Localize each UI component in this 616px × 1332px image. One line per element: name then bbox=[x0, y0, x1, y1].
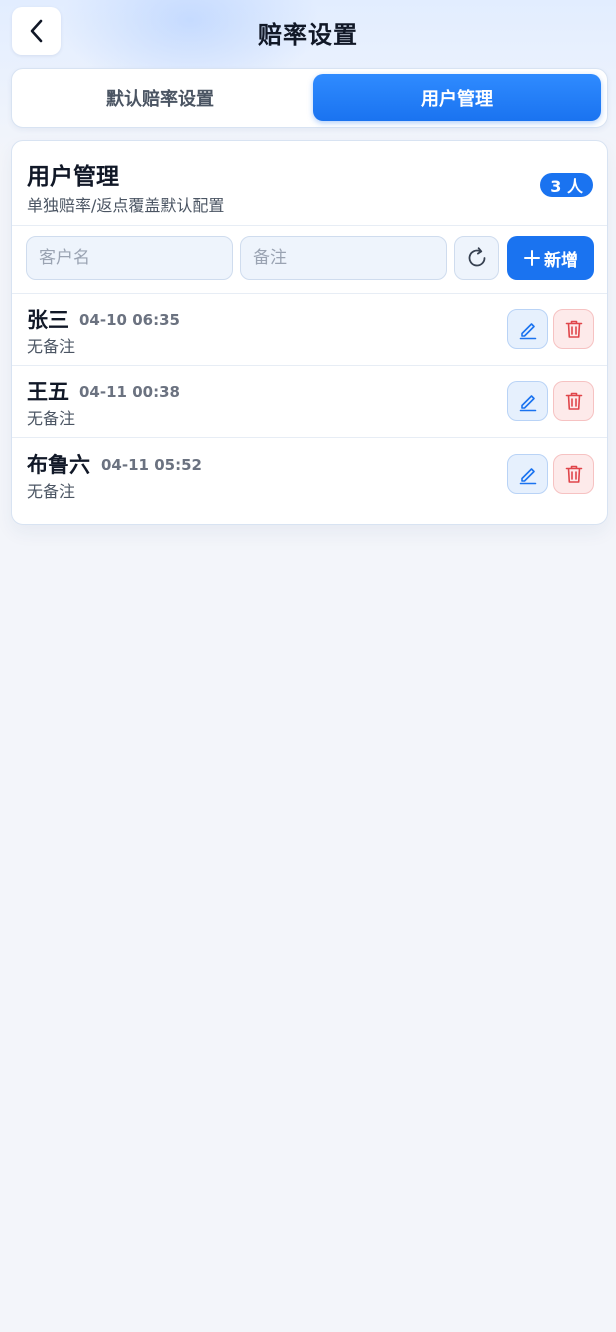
add-user-button[interactable]: 新增 bbox=[507, 236, 594, 280]
refresh-icon bbox=[468, 247, 485, 267]
edit-button[interactable] bbox=[507, 454, 548, 494]
customer-name-input[interactable] bbox=[26, 236, 233, 280]
user-note: 无备注 bbox=[27, 409, 76, 428]
tab-default-odds[interactable]: 默认赔率设置 bbox=[16, 74, 304, 121]
delete-button[interactable] bbox=[553, 454, 594, 494]
tab-bar: 默认赔率设置 用户管理 bbox=[11, 68, 608, 128]
user-management-card: 用户管理 单独赔率/返点覆盖默认配置 3 人 新增 张三 04-10 06:35… bbox=[11, 140, 608, 525]
trash-icon bbox=[565, 465, 582, 483]
plus-icon bbox=[524, 250, 540, 266]
user-name: 张三 bbox=[27, 308, 69, 332]
card-title: 用户管理 bbox=[27, 164, 119, 190]
trash-icon bbox=[565, 392, 582, 410]
add-user-label: 新增 bbox=[544, 250, 578, 271]
user-time: 04-11 00:38 bbox=[79, 383, 180, 401]
pencil-icon bbox=[519, 323, 536, 340]
delete-button[interactable] bbox=[553, 309, 594, 349]
user-name: 王五 bbox=[27, 380, 69, 404]
edit-button[interactable] bbox=[507, 309, 548, 349]
delete-button[interactable] bbox=[553, 381, 594, 421]
user-count-badge: 3 人 bbox=[540, 173, 593, 197]
user-row: 王五 04-11 00:38 无备注 bbox=[12, 366, 607, 438]
divider bbox=[12, 225, 607, 226]
trash-icon bbox=[565, 320, 582, 338]
user-name: 布鲁六 bbox=[27, 453, 90, 477]
pencil-icon bbox=[519, 468, 536, 485]
note-input[interactable] bbox=[240, 236, 447, 280]
page-title: 赔率设置 bbox=[258, 21, 358, 49]
user-time: 04-11 05:52 bbox=[101, 456, 202, 474]
user-row: 张三 04-10 06:35 无备注 bbox=[12, 294, 607, 366]
user-time: 04-10 06:35 bbox=[79, 311, 180, 329]
pencil-icon bbox=[519, 395, 536, 412]
divider bbox=[12, 437, 607, 438]
refresh-button[interactable] bbox=[454, 236, 499, 280]
tab-user-management[interactable]: 用户管理 bbox=[313, 74, 601, 121]
card-subtitle: 单独赔率/返点覆盖默认配置 bbox=[27, 196, 225, 215]
user-row: 布鲁六 04-11 05:52 无备注 bbox=[12, 439, 607, 511]
edit-button[interactable] bbox=[507, 381, 548, 421]
user-note: 无备注 bbox=[27, 337, 76, 356]
header: 赔率设置 bbox=[0, 0, 616, 64]
user-note: 无备注 bbox=[27, 482, 76, 501]
